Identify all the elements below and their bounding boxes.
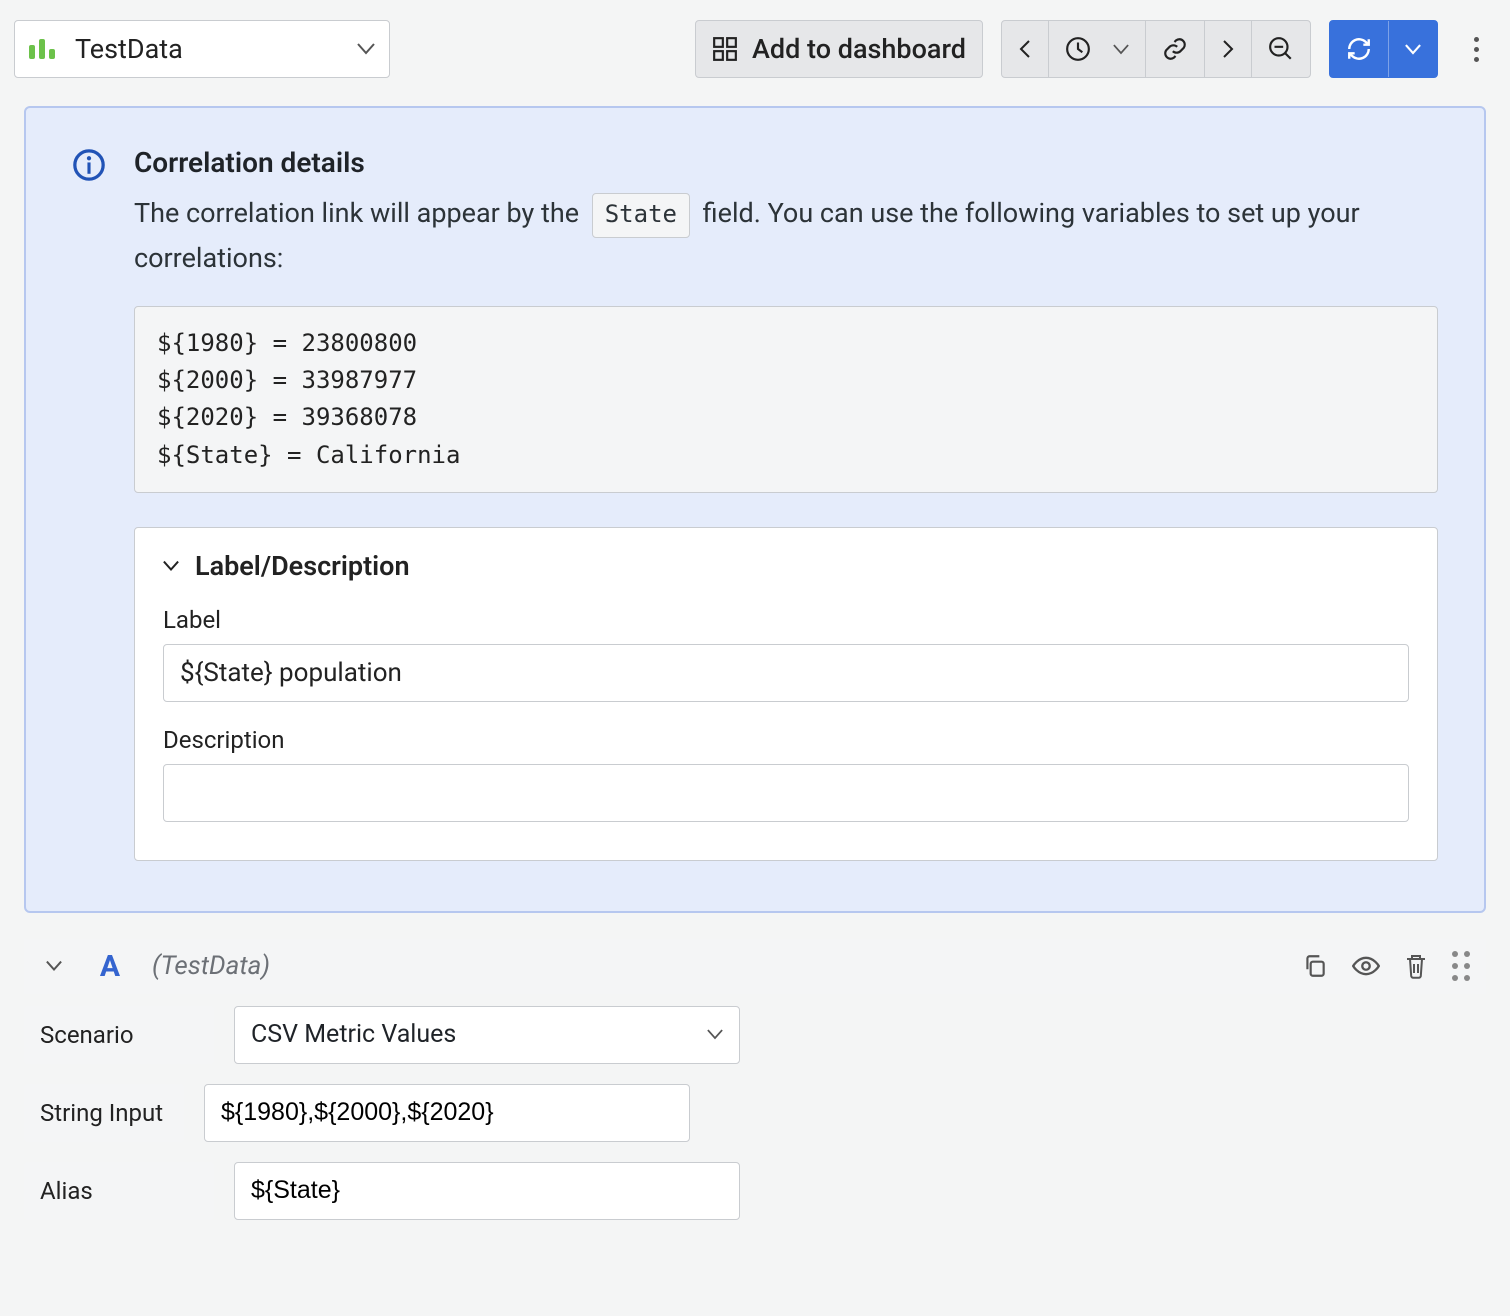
kebab-icon [1474, 37, 1479, 62]
correlation-description: The correlation link will appear by the … [134, 193, 1438, 280]
query-collapse-toggle[interactable] [40, 954, 68, 978]
correlation-details-card: Correlation details The correlation link… [24, 106, 1486, 913]
datasource-name: TestData [75, 33, 183, 65]
chevron-down-icon [1405, 44, 1421, 55]
duplicate-query-button[interactable] [1302, 953, 1328, 979]
trash-icon [1404, 952, 1428, 980]
zoom-out-icon [1268, 36, 1294, 62]
description-input[interactable] [163, 764, 1409, 822]
toggle-visibility-button[interactable] [1352, 955, 1380, 977]
copy-link-button[interactable] [1146, 21, 1205, 77]
add-to-dashboard-label: Add to dashboard [752, 33, 966, 65]
query-datasource-text: (TestData) [152, 951, 270, 981]
query-letter[interactable]: A [88, 949, 132, 984]
drag-handle[interactable] [1452, 951, 1470, 981]
dashboard-icon [712, 36, 738, 62]
time-picker-button[interactable] [1049, 21, 1146, 77]
alias-field[interactable] [234, 1162, 740, 1220]
chevron-right-icon [1221, 39, 1235, 59]
variables-code-block: ${1980} = 23800800 ${2000} = 33987977 ${… [134, 306, 1438, 493]
scenario-value: CSV Metric Values [251, 1020, 456, 1049]
chevron-down-icon [707, 1029, 723, 1040]
correlation-title: Correlation details [134, 146, 1438, 179]
refresh-button[interactable] [1330, 21, 1389, 77]
more-menu-button[interactable] [1456, 20, 1496, 78]
link-icon [1162, 36, 1188, 62]
zoom-out-button[interactable] [1252, 21, 1310, 77]
field-chip: State [592, 193, 690, 238]
refresh-icon [1346, 36, 1372, 62]
label-description-toggle[interactable]: Label/Description [163, 550, 1409, 582]
scenario-select[interactable]: CSV Metric Values [234, 1006, 740, 1064]
string-input-label: String Input [24, 1084, 184, 1142]
string-input-field[interactable] [204, 1084, 690, 1142]
chevron-down-icon [1113, 44, 1129, 55]
chevron-down-icon [357, 43, 375, 55]
chevron-down-icon [163, 560, 179, 572]
info-icon [72, 148, 106, 182]
label-description-panel: Label/Description Label Description [134, 527, 1438, 861]
delete-query-button[interactable] [1404, 952, 1428, 980]
scenario-label: Scenario [24, 1006, 214, 1064]
label-field-label: Label [163, 606, 1409, 634]
datasource-picker[interactable]: TestData [14, 20, 390, 78]
testdata-icon [29, 39, 61, 59]
copy-icon [1302, 953, 1328, 979]
chevron-down-icon [46, 960, 62, 972]
refresh-interval-button[interactable] [1389, 21, 1437, 77]
alias-label: Alias [24, 1162, 214, 1220]
chevron-left-icon [1018, 39, 1032, 59]
eye-icon [1352, 955, 1380, 977]
time-range-back-button[interactable] [1002, 21, 1049, 77]
add-to-dashboard-button[interactable]: Add to dashboard [696, 21, 982, 77]
query-row-header: A (TestData) [24, 939, 1486, 994]
label-input[interactable] [163, 644, 1409, 702]
clock-icon [1065, 36, 1091, 62]
time-range-forward-button[interactable] [1205, 21, 1252, 77]
description-field-label: Description [163, 726, 1409, 754]
